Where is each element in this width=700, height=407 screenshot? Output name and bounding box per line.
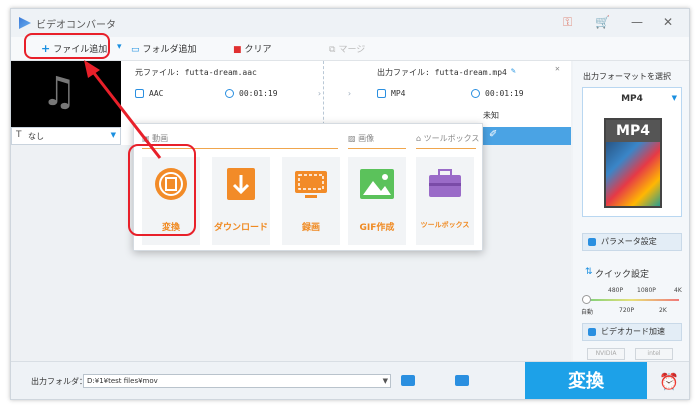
merge-label: マージ: [338, 45, 366, 55]
gif-tile[interactable]: GIF作成: [348, 157, 406, 245]
convert-button[interactable]: 変換: [525, 362, 647, 399]
chevron-down-icon: ▼: [382, 377, 388, 385]
parameter-settings-button[interactable]: パラメータ設定: [582, 233, 682, 251]
app-window: ビデオコンバータ ⚿ 🛒 — ✕ + ファイル追加 ▾ ▭ フォルダ追加 ■ クリア …: [10, 8, 690, 400]
category-underline: [348, 148, 406, 149]
key-icon[interactable]: ⚿: [563, 15, 572, 30]
screen-record-tile[interactable]: 録画: [282, 157, 340, 245]
text-t-icon: T: [16, 130, 22, 140]
gpu-acceleration-label: ビデオカード加速: [601, 327, 665, 336]
output-format-title: 出力フォーマットを選択: [583, 72, 671, 81]
quality-label: 1080P: [637, 287, 656, 294]
output-folder-label: 出力フォルダ：: [31, 377, 87, 386]
edit-icon: ✐: [489, 129, 498, 140]
quality-label: 自動: [581, 309, 594, 316]
output-duration: 00:01:19: [485, 89, 524, 98]
mp4-format-icon: MP4: [604, 118, 662, 208]
remove-item-icon[interactable]: ✕: [555, 64, 560, 73]
category-toolbox-label: ツールボックス: [423, 134, 480, 143]
output-file-name: 出力ファイル: futta-dream.mp4: [377, 68, 507, 77]
music-note-icon: ♫: [41, 69, 77, 115]
quality-label: 4K: [674, 287, 682, 294]
toolbar: + ファイル追加 ▾ ▭ フォルダ追加 ■ クリア ⧉ マージ: [11, 37, 689, 61]
category-toolbox: ⌂ ツールボックス: [416, 134, 480, 143]
download-tile[interactable]: ダウンロード: [212, 157, 270, 245]
output-folder-path: D:¥1¥test files¥mov: [87, 377, 158, 385]
clock-icon: [471, 89, 480, 98]
format-label: MP4: [621, 94, 643, 104]
format-art-text: MP4: [606, 120, 660, 142]
screen-record-icon: [295, 171, 327, 198]
output-folder-select[interactable]: D:¥1¥test files¥mov ▼: [83, 374, 391, 388]
subtitle-select[interactable]: T なし ▼: [11, 127, 121, 145]
quality-slider-track[interactable]: [585, 299, 679, 301]
gpu-acceleration-button[interactable]: ビデオカード加速: [582, 323, 682, 341]
gif-image-icon: [360, 169, 394, 199]
chip-icon: [588, 328, 596, 336]
toolbox-tile[interactable]: ツールボックス: [416, 157, 474, 245]
clear-button[interactable]: ■ クリア: [233, 42, 272, 55]
output-settings-panel: 出力フォーマットを選択 MP4 ▼ MP4 パラメータ設定 ⇅ クイック設定 4…: [573, 61, 689, 361]
category-image: ▨ 画像: [348, 134, 375, 143]
add-file-highlight: [24, 33, 110, 59]
category-video: ▣ 動画: [142, 134, 169, 143]
source-duration: 00:01:19: [239, 89, 278, 98]
arrow-right-icon: ›: [347, 89, 352, 98]
quick-setting-title: クイック設定: [595, 270, 650, 280]
add-folder-label: フォルダ追加: [142, 45, 197, 55]
edit-pencil-icon[interactable]: ✎: [511, 66, 516, 75]
source-file-name: 元ファイル: futta-dream.aac: [135, 68, 257, 77]
add-folder-button[interactable]: ▭ フォルダ追加: [131, 42, 197, 55]
output-format: MP4: [391, 89, 406, 98]
output-extra-info: 未知: [483, 111, 499, 120]
toolbox-icon: [429, 169, 461, 197]
merge-button[interactable]: ⧉ マージ: [329, 42, 365, 55]
open-folder-icon[interactable]: [401, 375, 415, 386]
format-selector[interactable]: MP4 ▼ MP4: [582, 87, 682, 217]
bottom-bar: 出力フォルダ： D:¥1¥test files¥mov ▼ 変換 ⏰: [11, 361, 689, 399]
title-bar: ビデオコンバータ ⚿ 🛒 — ✕: [11, 9, 689, 37]
edit-bar[interactable]: ✐: [481, 127, 571, 145]
folder-import-icon[interactable]: [455, 375, 469, 386]
category-image-label: 画像: [358, 134, 375, 143]
arrow-right-icon: ›: [317, 89, 322, 98]
quick-setting-icon: ⇅: [585, 267, 593, 277]
sliders-icon: [588, 238, 596, 246]
cart-icon[interactable]: 🛒: [595, 15, 610, 29]
folder-add-icon: ▭: [131, 45, 140, 55]
app-logo-icon: [19, 17, 31, 29]
category-video-label: 動画: [152, 134, 169, 143]
close-button[interactable]: ✕: [663, 15, 673, 29]
parameter-settings-label: パラメータ設定: [601, 237, 657, 246]
download-icon: [227, 168, 255, 200]
add-file-dropdown-icon[interactable]: ▾: [117, 42, 122, 52]
subtitle-select-value: なし: [28, 132, 44, 141]
chevron-down-icon: ▼: [671, 94, 677, 102]
nvidia-badge: NVIDIA: [587, 348, 625, 360]
alarm-clock-icon[interactable]: ⏰: [659, 372, 679, 391]
category-underline: [416, 148, 476, 149]
app-title: ビデオコンバータ: [36, 20, 116, 31]
merge-icon: ⧉: [329, 45, 336, 55]
audio-format-icon: [135, 89, 144, 98]
gif-tile-label: GIF作成: [359, 223, 395, 233]
quality-slider-knob[interactable]: [582, 295, 591, 304]
clear-label: クリア: [244, 45, 272, 55]
screen-record-tile-label: 録画: [301, 223, 320, 233]
download-tile-label: ダウンロード: [213, 223, 268, 233]
source-format: AAC: [149, 89, 164, 98]
quality-label: 2K: [659, 307, 667, 314]
chevron-down-icon: ▼: [110, 131, 116, 139]
video-format-icon: [377, 89, 386, 98]
toolbox-tile-label: ツールボックス: [420, 221, 470, 229]
minimize-button[interactable]: —: [631, 15, 643, 29]
intel-badge: intel: [635, 348, 673, 360]
quality-label: 720P: [619, 307, 635, 314]
clock-icon: [225, 89, 234, 98]
quality-label: 480P: [608, 287, 624, 294]
file-thumbnail[interactable]: ♫: [11, 61, 121, 127]
convert-tile-highlight: [128, 144, 196, 236]
trash-icon: ■: [233, 45, 242, 55]
